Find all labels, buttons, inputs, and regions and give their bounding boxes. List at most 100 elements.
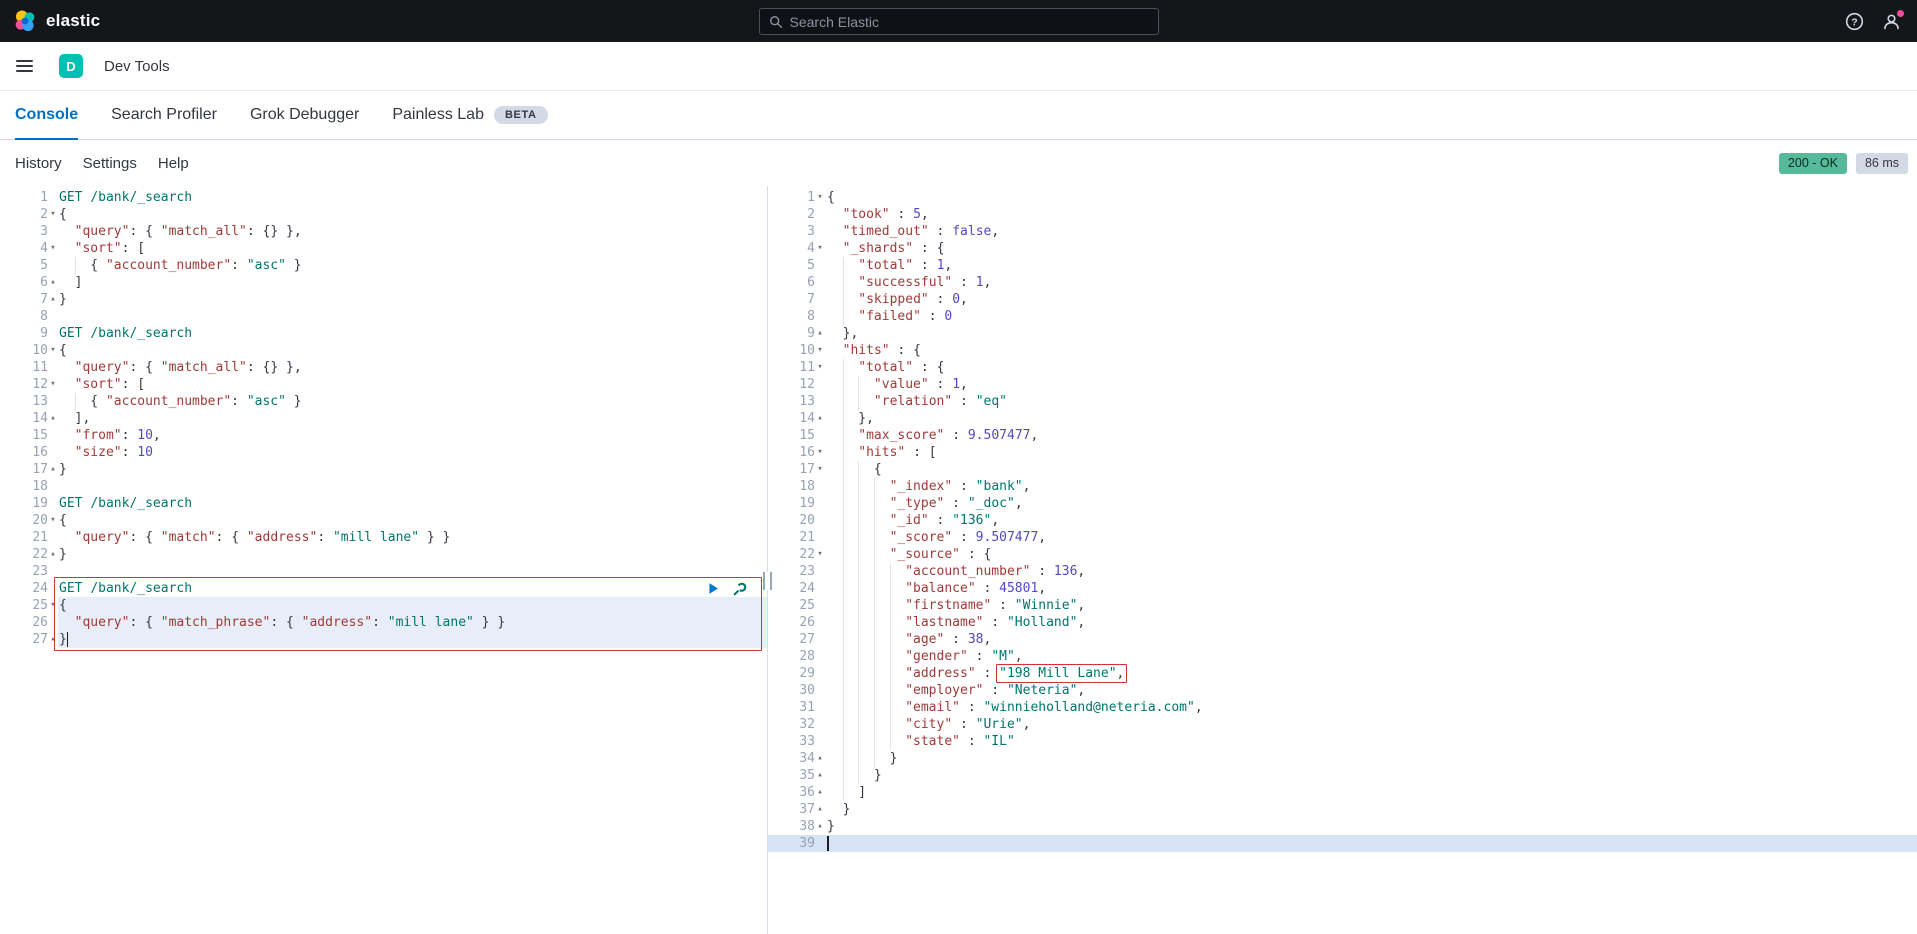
tab-grok-debugger[interactable]: Grok Debugger [250, 91, 359, 139]
fold-toggle-icon[interactable]: ▴ [48, 291, 58, 308]
fold-toggle-icon[interactable]: ▴ [48, 631, 58, 648]
line-number: 16 [799, 444, 815, 461]
fold-toggle-icon[interactable]: ▴ [815, 750, 825, 767]
fold-toggle-icon[interactable]: ▾ [815, 444, 825, 461]
line-number: 4 [807, 240, 815, 257]
gutter-row: 8 [0, 308, 58, 325]
line-number: 21 [32, 529, 48, 546]
line-number: 9 [807, 325, 815, 342]
code-line: "_shards" : { [825, 240, 1917, 257]
response-viewer[interactable]: 1▾234▾56789▴10▾11▾121314▴1516▾17▾1819202… [768, 186, 1917, 934]
tab-console[interactable]: Console [15, 91, 78, 139]
space-avatar[interactable]: D [59, 54, 83, 78]
pane-resizer[interactable] [763, 572, 772, 590]
line-number: 5 [40, 257, 48, 274]
line-number: 8 [40, 308, 48, 325]
fold-toggle-icon[interactable]: ▾ [815, 359, 825, 376]
svg-text:?: ? [1851, 16, 1857, 28]
code-line: "firstname" : "Winnie", [825, 597, 1917, 614]
help-icon[interactable]: ? [1845, 12, 1864, 31]
menu-button[interactable] [0, 42, 48, 90]
response-gutter: 1▾234▾56789▴10▾11▾121314▴1516▾17▾1819202… [768, 186, 825, 934]
line-number: 22 [799, 546, 815, 563]
hamburger-icon [16, 57, 33, 75]
gutter-row: 24 [0, 580, 58, 597]
request-code[interactable]: GET /bank/_search{"query": { "match_all"… [58, 186, 767, 934]
app-nav-bar: D Dev Tools [0, 42, 1917, 91]
gutter-row: 16 [0, 444, 58, 461]
line-number: 36 [799, 784, 815, 801]
line-number: 1 [40, 189, 48, 206]
fold-toggle-icon[interactable]: ▾ [48, 206, 58, 223]
fold-toggle-icon[interactable]: ▾ [48, 597, 58, 614]
tab-search-profiler[interactable]: Search Profiler [111, 91, 217, 139]
fold-toggle-icon[interactable]: ▾ [815, 342, 825, 359]
line-number: 12 [799, 376, 815, 393]
line-number: 14 [32, 410, 48, 427]
fold-toggle-icon[interactable]: ▴ [815, 325, 825, 342]
code-line: } [58, 291, 767, 308]
code-line: "email" : "winnieholland@neteria.com", [825, 699, 1917, 716]
fold-toggle-icon[interactable]: ▾ [815, 546, 825, 563]
user-profile-icon[interactable] [1882, 12, 1901, 31]
code-line: "relation" : "eq" [825, 393, 1917, 410]
toolbar-link-help[interactable]: Help [158, 155, 189, 172]
fold-toggle-icon[interactable]: ▾ [815, 461, 825, 478]
line-number: 15 [799, 427, 815, 444]
fold-toggle-icon[interactable]: ▴ [48, 546, 58, 563]
fold-toggle-icon[interactable]: ▾ [815, 189, 825, 206]
code-line: "gender" : "M", [825, 648, 1917, 665]
code-line: "_index" : "bank", [825, 478, 1917, 495]
gutter-row: 9 [0, 325, 58, 342]
code-line: ] [58, 274, 767, 291]
line-number: 26 [32, 614, 48, 631]
fold-toggle-icon[interactable]: ▴ [815, 801, 825, 818]
search-input[interactable] [790, 14, 1149, 30]
line-number: 17 [32, 461, 48, 478]
fold-toggle-icon[interactable]: ▾ [48, 240, 58, 257]
wrench-icon[interactable] [732, 581, 747, 596]
fold-toggle-icon[interactable]: ▴ [815, 767, 825, 784]
fold-toggle-icon[interactable]: ▴ [815, 784, 825, 801]
code-line: "balance" : 45801, [825, 580, 1917, 597]
line-number: 27 [32, 631, 48, 648]
gutter-row: 6▴ [0, 274, 58, 291]
fold-toggle-icon[interactable]: ▴ [48, 461, 58, 478]
line-number: 18 [32, 478, 48, 495]
fold-toggle-icon[interactable]: ▴ [815, 818, 825, 835]
fold-toggle-icon[interactable]: ▴ [48, 274, 58, 291]
code-line: "from": 10, [58, 427, 767, 444]
text-cursor [827, 836, 829, 851]
line-number: 16 [32, 444, 48, 461]
gutter-row: 39 [768, 835, 825, 852]
request-editor[interactable]: 12▾34▾56▴7▴8910▾1112▾1314▴151617▴181920▾… [0, 186, 768, 934]
line-number: 13 [32, 393, 48, 410]
gutter-row: 26 [0, 614, 58, 631]
code-line: "value" : 1, [825, 376, 1917, 393]
code-line [58, 563, 767, 580]
toolbar-link-settings[interactable]: Settings [83, 155, 137, 172]
tab-painless-lab[interactable]: Painless LabBETA [392, 91, 547, 139]
fold-toggle-icon[interactable]: ▾ [48, 342, 58, 359]
fold-toggle-icon[interactable]: ▴ [815, 410, 825, 427]
code-line: { "account_number": "asc" } [58, 393, 767, 410]
gutter-row: 25▾ [0, 597, 58, 614]
elastic-home-link[interactable]: elastic [0, 9, 100, 33]
toolbar-link-history[interactable]: History [15, 155, 62, 172]
play-icon[interactable] [706, 581, 721, 596]
fold-toggle-icon[interactable]: ▴ [48, 410, 58, 427]
fold-toggle-icon[interactable]: ▾ [48, 512, 58, 529]
global-header: elastic ? [0, 0, 1917, 42]
gutter-row: 2▾ [0, 206, 58, 223]
line-number: 12 [32, 376, 48, 393]
fold-toggle-icon[interactable]: ▾ [815, 240, 825, 257]
gutter-row: 11▾ [768, 359, 825, 376]
code-line: ] [825, 784, 1917, 801]
gutter-row: 21 [0, 529, 58, 546]
response-code[interactable]: {"took" : 5,"timed_out" : false,"_shards… [825, 186, 1917, 934]
gutter-row: 22▾ [768, 546, 825, 563]
fold-toggle-icon[interactable]: ▾ [48, 376, 58, 393]
code-line: "query": { "match_all": {} }, [58, 359, 767, 376]
code-line: "total" : 1, [825, 257, 1917, 274]
gutter-row: 25 [768, 597, 825, 614]
